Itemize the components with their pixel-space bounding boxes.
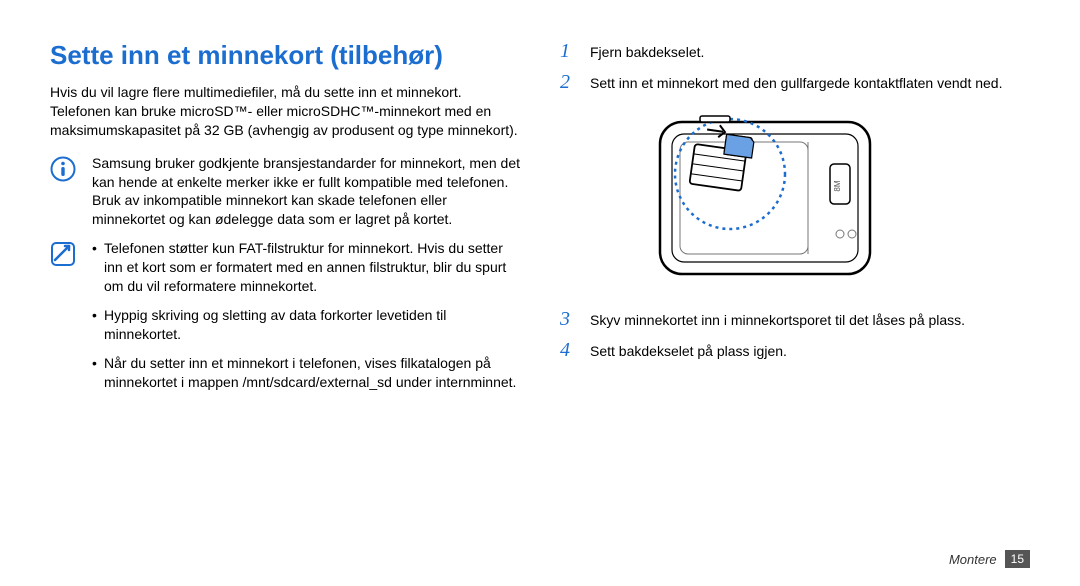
section-heading: Sette inn et minnekort (tilbehør)	[50, 40, 520, 71]
step-number: 2	[560, 71, 580, 94]
step-item: 4 Sett bakdekselet på plass igjen.	[560, 339, 1030, 362]
svg-text:8M: 8M	[833, 180, 842, 191]
step-item: 1 Fjern bakdekselet.	[560, 40, 1030, 63]
note-item: Hyppig skriving og sletting av data fork…	[92, 306, 520, 344]
footer-section: Montere	[949, 552, 997, 567]
step-text: Skyv minnekortet inn i minnekortsporet t…	[590, 308, 965, 330]
step-item: 3 Skyv minnekortet inn i minnekortsporet…	[560, 308, 1030, 331]
intro-paragraph: Hvis du vil lagre flere multimediefiler,…	[50, 83, 520, 140]
step-item: 2 Sett inn et minnekort med den gullfarg…	[560, 71, 1030, 94]
warning-text: Samsung bruker godkjente bransjestandard…	[92, 154, 520, 230]
page-footer: Montere 15	[949, 550, 1030, 568]
step-text: Sett bakdekselet på plass igjen.	[590, 339, 787, 361]
note-item: Telefonen støtter kun FAT-filstruktur fo…	[92, 239, 520, 296]
step-text: Fjern bakdekselet.	[590, 40, 704, 62]
note-icon	[50, 239, 78, 401]
notes-list: Telefonen støtter kun FAT-filstruktur fo…	[92, 239, 520, 391]
step-number: 1	[560, 40, 580, 63]
footer-page-number: 15	[1005, 550, 1030, 568]
step-text: Sett inn et minnekort med den gullfarged…	[590, 71, 1003, 93]
note-item: Når du setter inn et minnekort i telefon…	[92, 354, 520, 392]
step-number: 4	[560, 339, 580, 362]
step-number: 3	[560, 308, 580, 331]
phone-illustration: 8M	[600, 104, 1030, 294]
warning-icon	[50, 154, 78, 230]
